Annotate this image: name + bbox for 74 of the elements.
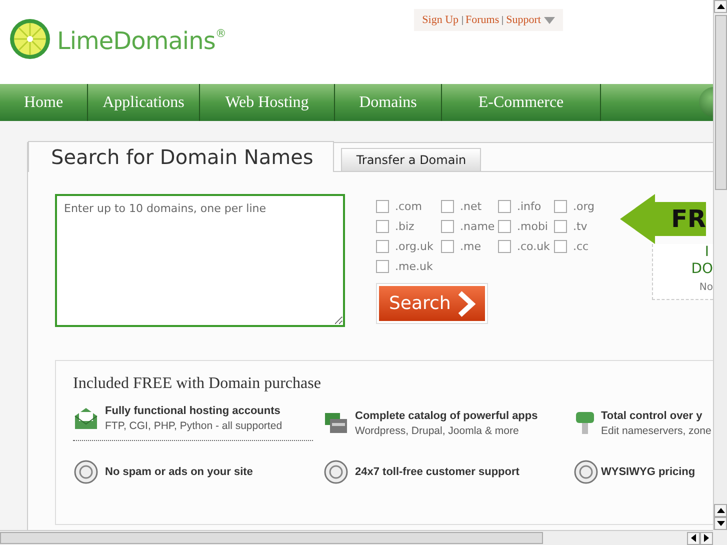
extension-label: .net xyxy=(460,200,482,213)
extension-label: .mobi xyxy=(517,220,548,233)
feature-title: 24x7 toll-free customer support xyxy=(355,466,520,478)
vertical-scrollbar[interactable] xyxy=(713,0,727,530)
chevron-icon xyxy=(456,290,477,316)
horizontal-scrollbar[interactable] xyxy=(0,530,713,545)
checkbox[interactable] xyxy=(441,220,454,233)
scrollbar-corner xyxy=(713,530,727,545)
extension-label: .biz xyxy=(395,220,414,233)
top-link[interactable]: Sign Up xyxy=(422,14,459,26)
checkbox[interactable] xyxy=(376,240,389,253)
scroll-left-button[interactable] xyxy=(687,532,700,544)
left-arrow-icon xyxy=(691,534,696,542)
checkbox[interactable] xyxy=(554,200,567,213)
caret-icon[interactable] xyxy=(544,16,555,24)
feature-title: WYSIWYG pricing xyxy=(601,466,696,478)
checkbox[interactable] xyxy=(441,240,454,253)
extension-label: .tv xyxy=(573,220,588,233)
envelope-icon xyxy=(73,406,99,432)
promo-banner[interactable]: FR xyxy=(620,194,706,244)
top-link[interactable]: Forums xyxy=(466,14,500,26)
up-arrow-icon xyxy=(716,4,724,9)
checkbox[interactable] xyxy=(441,200,454,213)
domains-field[interactable]: Enter up to 10 domains, one per line xyxy=(55,194,345,327)
logo-text[interactable]: LimeDomains xyxy=(57,27,216,55)
nav-item[interactable]: Home xyxy=(0,84,88,121)
scroll-up-button[interactable] xyxy=(714,0,727,13)
feature-description: Wordpress, Drupal, Joomla & more xyxy=(355,424,520,436)
extension-label: .co.uk xyxy=(517,240,550,253)
feature-title: Fully functional hosting accounts xyxy=(105,405,282,417)
registered-mark: ® xyxy=(215,27,226,40)
tab[interactable]: Search for Domain Names xyxy=(28,141,334,172)
promo-note: No xyxy=(699,282,713,293)
server-icon xyxy=(323,410,349,436)
promo-heading: DO xyxy=(691,261,713,278)
checkbox[interactable] xyxy=(376,260,389,273)
scroll-down-button[interactable] xyxy=(714,517,727,530)
extension-label: .me.uk xyxy=(395,260,433,273)
lime-logo-icon xyxy=(9,18,51,60)
promo-heading: I xyxy=(704,244,709,261)
scroll-up-button[interactable] xyxy=(714,504,727,517)
search-button[interactable]: Search xyxy=(379,286,485,321)
checkbox[interactable] xyxy=(376,200,389,213)
down-arrow-icon xyxy=(716,521,724,526)
extension-label: .org xyxy=(573,200,595,213)
up-arrow-icon xyxy=(716,508,724,513)
checkbox[interactable] xyxy=(498,200,511,213)
extension-label: .info xyxy=(517,200,542,213)
checkbox[interactable] xyxy=(554,240,567,253)
checkbox[interactable] xyxy=(376,220,389,233)
extension-label: .me xyxy=(460,240,481,253)
feature-title: Complete catalog of powerful apps xyxy=(355,410,538,422)
nav-item[interactable]: Applications xyxy=(88,84,200,121)
feature-title: No spam or ads on your site xyxy=(105,466,253,478)
extension-label: .name xyxy=(460,220,495,233)
checkbox[interactable] xyxy=(554,220,567,233)
nav-item[interactable]: Web Hosting xyxy=(200,84,335,121)
right-arrow-icon xyxy=(704,534,709,542)
checkbox[interactable] xyxy=(498,240,511,253)
extension-label: .cc xyxy=(573,240,589,253)
scrollbar-thumb[interactable] xyxy=(0,532,543,544)
scroll-right-button[interactable] xyxy=(700,532,713,544)
feature-description: FTP, CGI, PHP, Python - all supported xyxy=(105,420,282,432)
extension-label: .com xyxy=(395,200,422,213)
features-title: Included FREE with Domain purchase xyxy=(73,375,322,393)
nav-item[interactable]: Domains xyxy=(335,84,442,121)
top-link[interactable]: Support xyxy=(506,14,541,26)
tab[interactable]: Transfer a Domain xyxy=(341,148,482,171)
nav-item[interactable]: E-Commerce xyxy=(442,84,601,121)
feature-title: Total control over y xyxy=(601,410,704,422)
feature-description: Edit nameservers, zone xyxy=(601,424,712,436)
checkbox[interactable] xyxy=(498,220,511,233)
scrollbar-thumb[interactable] xyxy=(714,15,726,190)
extension-label: .org.uk xyxy=(395,240,434,253)
